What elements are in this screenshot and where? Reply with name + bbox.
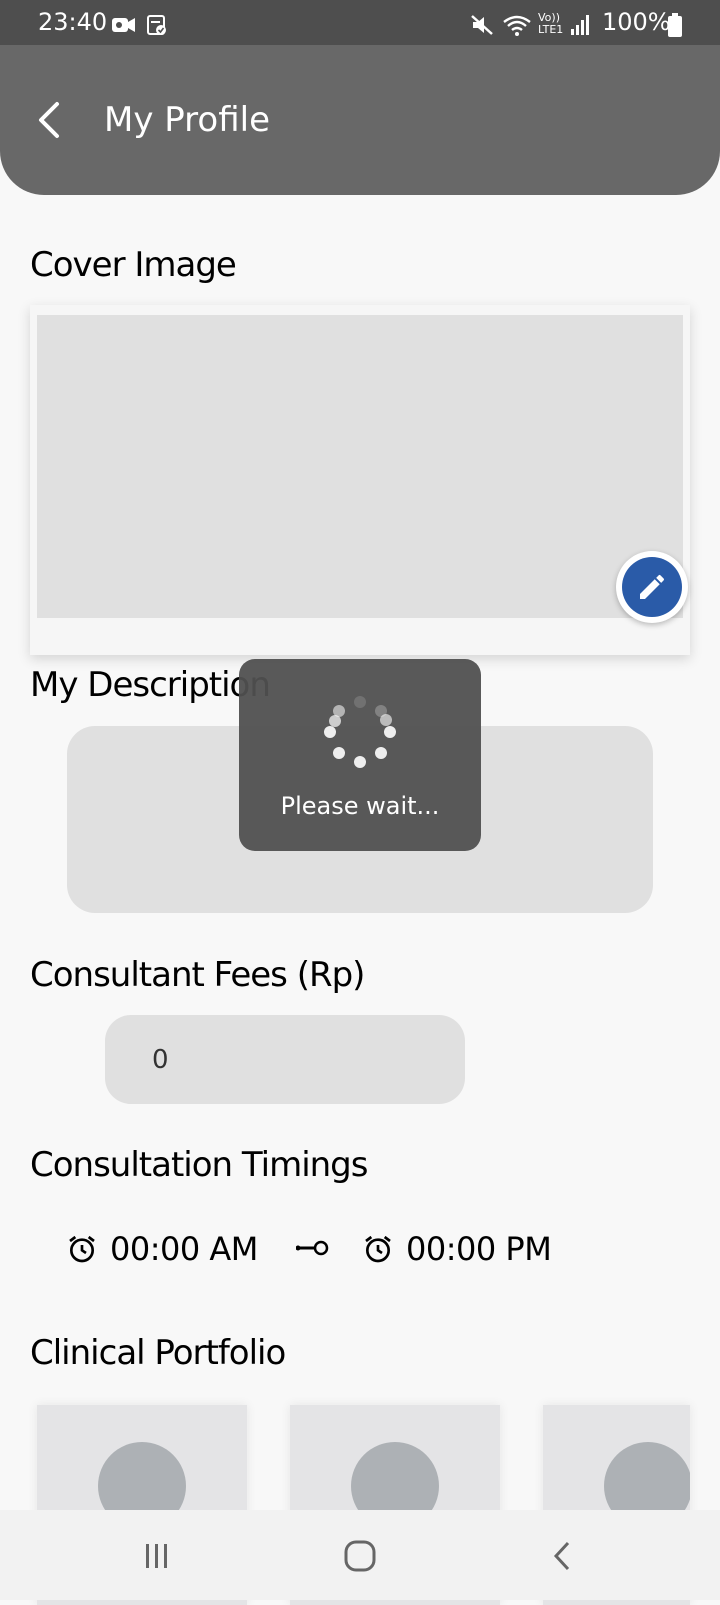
chevron-left-icon	[39, 102, 59, 138]
back-button[interactable]	[20, 90, 76, 150]
my-description-title: My Description	[30, 665, 271, 705]
recent-apps-icon	[146, 1544, 167, 1568]
page-title: My Profile	[104, 100, 270, 140]
consultant-fees-value: 0	[152, 1044, 169, 1075]
loading-spinner-icon	[324, 696, 396, 768]
end-time-value: 00:00 PM	[406, 1230, 552, 1268]
edit-cover-button[interactable]	[616, 551, 688, 623]
loading-text: Please wait...	[280, 792, 440, 820]
end-time-picker[interactable]: 00:00 PM	[362, 1230, 552, 1268]
back-icon	[553, 1541, 570, 1571]
clinical-portfolio-title: Clinical Portfolio	[30, 1333, 286, 1373]
video-camera-icon	[112, 18, 135, 32]
cover-image-title: Cover Image	[30, 245, 237, 285]
screenshot-icon	[147, 15, 166, 35]
loading-dialog: Please wait...	[239, 659, 481, 851]
consultant-fees-input[interactable]: 0	[105, 1015, 465, 1104]
battery-percentage: 100%	[602, 8, 671, 36]
start-time-picker[interactable]: 00:00 AM	[66, 1230, 258, 1268]
signal-icon	[571, 15, 589, 35]
start-time-value: 00:00 AM	[110, 1230, 258, 1268]
status-time: 23:40	[38, 8, 108, 36]
battery-icon	[668, 13, 682, 37]
alarm-clock-icon	[365, 1235, 391, 1263]
range-connector-icon	[296, 1240, 329, 1256]
mute-icon	[471, 15, 493, 35]
consultant-fees-title: Consultant Fees (Rp)	[30, 955, 365, 995]
cover-image[interactable]	[37, 315, 683, 618]
home-button[interactable]	[330, 1528, 390, 1584]
home-icon	[344, 1540, 376, 1572]
system-back-button[interactable]	[532, 1528, 592, 1584]
consultation-timings-title: Consultation Timings	[30, 1145, 368, 1185]
pencil-icon	[640, 574, 665, 599]
alarm-clock-icon	[69, 1235, 95, 1263]
volte-icon: Vo)) LTE1	[538, 11, 564, 36]
wifi-icon	[503, 15, 531, 36]
recent-apps-button[interactable]	[127, 1528, 187, 1584]
